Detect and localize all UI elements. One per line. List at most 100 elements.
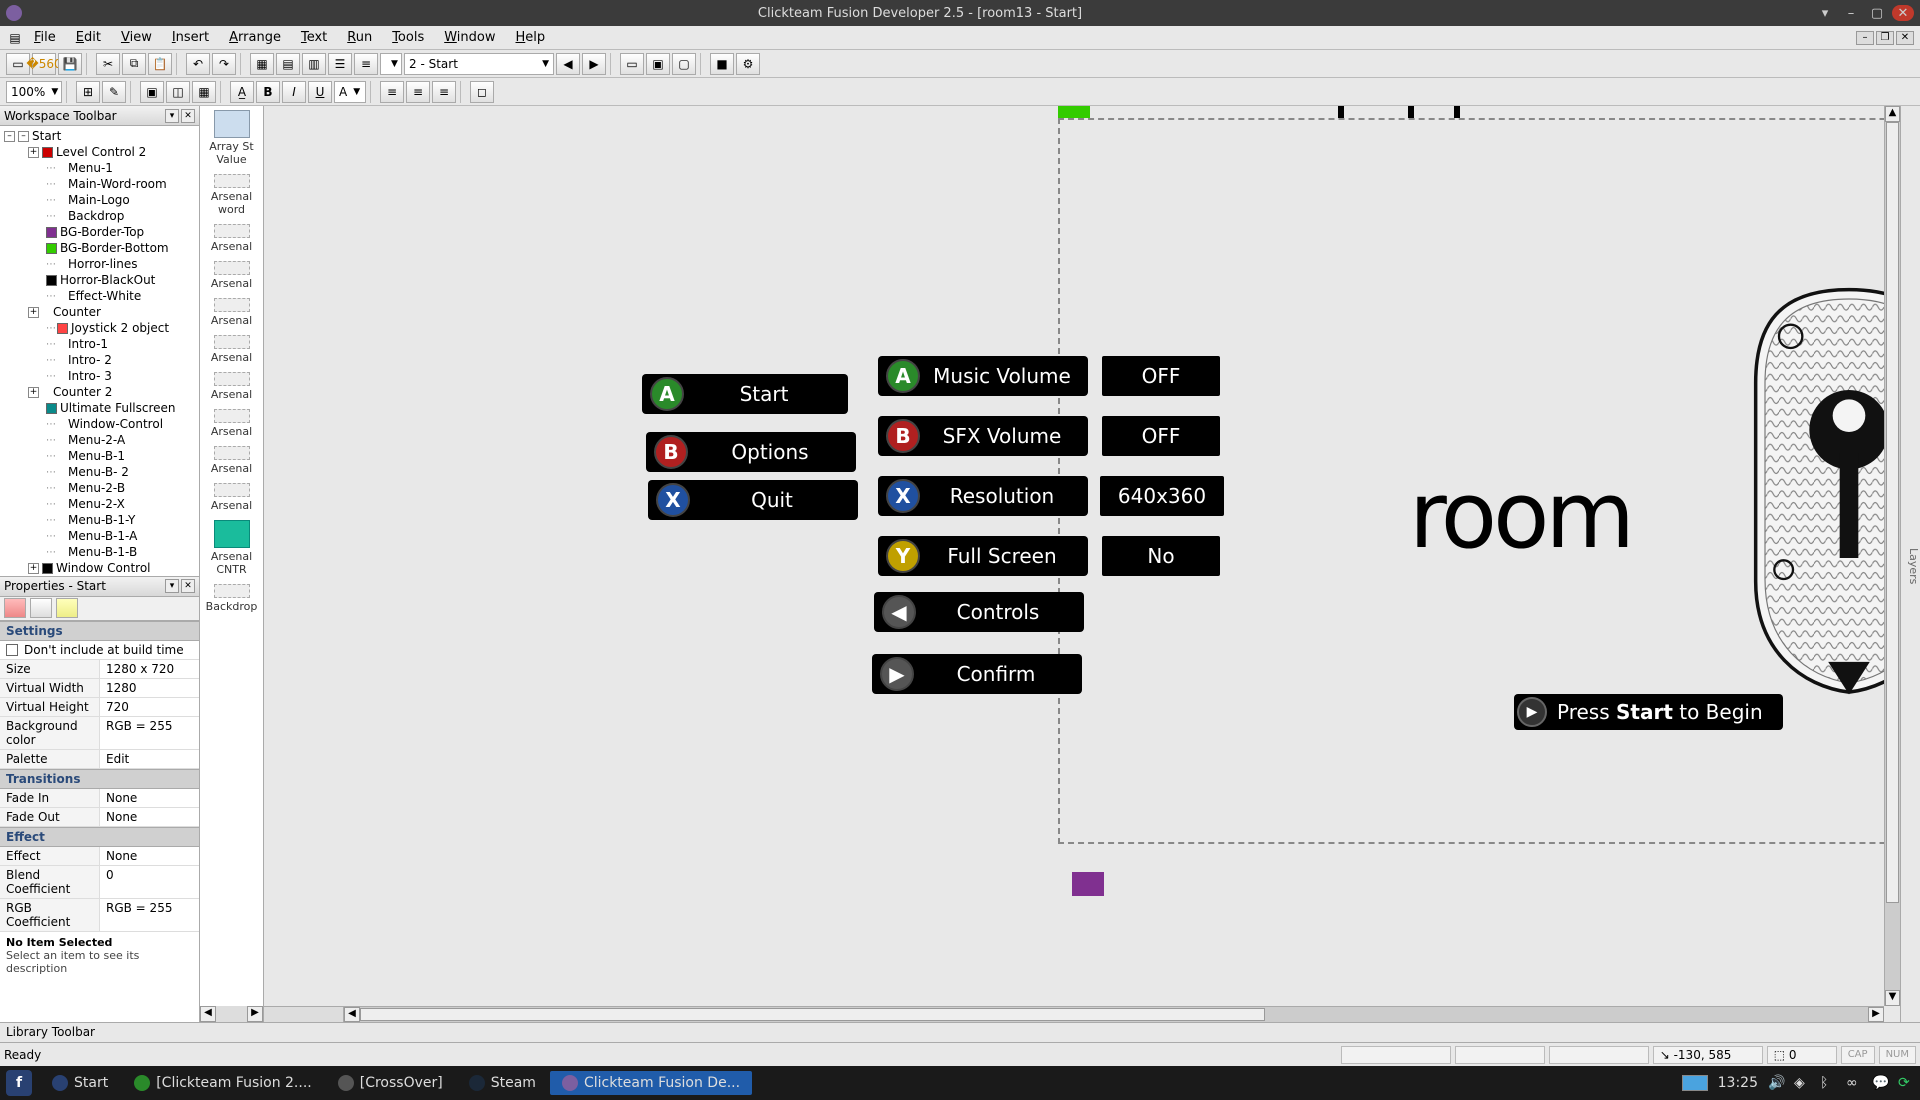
close-button[interactable]: ✕: [1892, 5, 1914, 21]
workspace-pin-button[interactable]: ▾: [165, 109, 179, 123]
start-menu-button[interactable]: f: [6, 1070, 32, 1096]
menu-button-sfx-volume[interactable]: BSFX Volume: [878, 416, 1088, 456]
frame-selector[interactable]: 2 - Start▼: [404, 53, 554, 75]
property-row[interactable]: Background colorRGB = 255: [0, 717, 199, 750]
prop-dont-include[interactable]: Don't include at build time: [0, 641, 199, 660]
tree-item[interactable]: ⋯Menu-2-B: [2, 480, 197, 496]
property-row[interactable]: Size1280 x 720: [0, 660, 199, 679]
menu-edit[interactable]: Edit: [66, 28, 111, 47]
menu-button-quit[interactable]: XQuit: [648, 480, 858, 520]
property-row[interactable]: RGB CoefficientRGB = 255: [0, 899, 199, 932]
workspace-switcher[interactable]: [1682, 1075, 1708, 1091]
mdi-minimize-button[interactable]: –: [1856, 31, 1874, 45]
properties-tab-values[interactable]: [56, 598, 78, 618]
taskbar-item[interactable]: Start: [40, 1071, 120, 1095]
workspace-close-button[interactable]: ✕: [181, 109, 195, 123]
mdi-close-button[interactable]: ✕: [1896, 31, 1914, 45]
tree-item[interactable]: ⋯Menu-2-X: [2, 496, 197, 512]
taskbar-item[interactable]: [CrossOver]: [326, 1071, 455, 1095]
value-box-resolution[interactable]: 640x360: [1100, 476, 1224, 516]
build-button[interactable]: ⚙: [736, 53, 760, 75]
menu-insert[interactable]: Insert: [162, 28, 219, 47]
menu-button-resolution[interactable]: XResolution: [878, 476, 1088, 516]
tree-item[interactable]: Horror-BlackOut: [2, 272, 197, 288]
tree-root[interactable]: – – Start: [2, 128, 197, 144]
discord-tray-icon[interactable]: ∞: [1846, 1075, 1862, 1091]
tree-item[interactable]: +Counter: [2, 304, 197, 320]
menu-button-controls[interactable]: ◀Controls: [874, 592, 1084, 632]
volume-icon[interactable]: 🔊: [1768, 1075, 1784, 1091]
value-box-sfx-volume[interactable]: OFF: [1102, 416, 1220, 456]
object-item[interactable]: Arsenal: [200, 257, 263, 294]
menu-button-start[interactable]: AStart: [642, 374, 848, 414]
menu-button-confirm[interactable]: ▶Confirm: [872, 654, 1082, 694]
italic-button[interactable]: I: [282, 81, 306, 103]
layers-toolbar-tab[interactable]: Layers: [1900, 106, 1920, 1022]
underline-button[interactable]: U: [308, 81, 332, 103]
property-row[interactable]: PaletteEdit: [0, 750, 199, 769]
properties-tab-runtime[interactable]: [30, 598, 52, 618]
prev-frame-button[interactable]: ◀: [556, 53, 580, 75]
object-list-column[interactable]: Array St ValueArsenal wordArsenalArsenal…: [200, 106, 264, 1022]
tree-item[interactable]: ⋯Intro- 2: [2, 352, 197, 368]
align-left-button[interactable]: ≡: [380, 81, 404, 103]
paste-button[interactable]: 📋: [148, 53, 172, 75]
tree-item[interactable]: +Level Control 2: [2, 144, 197, 160]
run-app-button[interactable]: ▣: [646, 53, 670, 75]
menu-button-options[interactable]: BOptions: [646, 432, 856, 472]
menu-tools[interactable]: Tools: [382, 28, 434, 47]
object-item[interactable]: Arsenal: [200, 294, 263, 331]
tool-grid-button[interactable]: ⊞: [76, 81, 100, 103]
tree-item[interactable]: ⋯Joystick 2 object: [2, 320, 197, 336]
align-frame-button[interactable]: ◫: [166, 81, 190, 103]
tree-item[interactable]: ⋯Menu-B-1-B: [2, 544, 197, 560]
frame-rect-button[interactable]: ◻: [470, 81, 494, 103]
notifications-icon[interactable]: 💬: [1872, 1075, 1888, 1091]
align-obj-button[interactable]: ▦: [192, 81, 216, 103]
tree-item[interactable]: ⋯Intro- 3: [2, 368, 197, 384]
redo-button[interactable]: ↷: [212, 53, 236, 75]
undo-button[interactable]: ↶: [186, 53, 210, 75]
checkbox-icon[interactable]: [6, 644, 18, 656]
cut-button[interactable]: ✂: [96, 53, 120, 75]
property-row[interactable]: EffectNone: [0, 847, 199, 866]
minimize2-button[interactable]: –: [1840, 5, 1862, 21]
menu-text[interactable]: Text: [291, 28, 337, 47]
object-item[interactable]: Arsenal: [200, 331, 263, 368]
tree-item[interactable]: +Window Control: [2, 560, 197, 576]
tree-item[interactable]: ⋯Main-Logo: [2, 192, 197, 208]
press-start-banner[interactable]: ▶ Press Start to Begin: [1514, 694, 1783, 730]
tree-item[interactable]: ⋯Menu-2-A: [2, 432, 197, 448]
event-editor-button[interactable]: ☰: [328, 53, 352, 75]
editor-dropdown[interactable]: ▼: [380, 53, 402, 75]
object-item[interactable]: Backdrop: [200, 580, 263, 617]
properties-grid[interactable]: Settings Don't include at build time Siz…: [0, 621, 199, 1023]
tree-item[interactable]: Ultimate Fullscreen: [2, 400, 197, 416]
tree-item[interactable]: BG-Border-Bottom: [2, 240, 197, 256]
font-button[interactable]: A̲: [230, 81, 254, 103]
event-list-button[interactable]: ≡: [354, 53, 378, 75]
align-center-obj-button[interactable]: ▣: [140, 81, 164, 103]
tree-item[interactable]: ⋯Main-Word-room: [2, 176, 197, 192]
property-row[interactable]: Blend Coefficient0: [0, 866, 199, 899]
properties-close-button[interactable]: ✕: [181, 579, 195, 593]
tree-item[interactable]: ⋯Menu-B-1: [2, 448, 197, 464]
tree-item[interactable]: ⋯Menu-B- 2: [2, 464, 197, 480]
properties-tab-settings[interactable]: [4, 598, 26, 618]
tree-item[interactable]: ⋯Window-Control: [2, 416, 197, 432]
menu-button-full-screen[interactable]: YFull Screen: [878, 536, 1088, 576]
minimize-button[interactable]: ▾: [1814, 5, 1836, 21]
value-box-music-volume[interactable]: OFF: [1102, 356, 1220, 396]
object-item[interactable]: Arsenal word: [200, 170, 263, 220]
property-row[interactable]: Virtual Height720: [0, 698, 199, 717]
menu-window[interactable]: Window: [434, 28, 505, 47]
tree-item[interactable]: ⋯Menu-1: [2, 160, 197, 176]
app-menu-icon[interactable]: ▤: [6, 29, 24, 47]
bg-border-top-object[interactable]: [1072, 872, 1104, 896]
main-logo[interactable]: room: [1409, 272, 1900, 712]
value-box-full-screen[interactable]: No: [1102, 536, 1220, 576]
menu-button-music-volume[interactable]: AMusic Volume: [878, 356, 1088, 396]
taskbar-item[interactable]: Steam: [457, 1071, 548, 1095]
align-right-button[interactable]: ≡: [432, 81, 456, 103]
copy-button[interactable]: ⧉: [122, 53, 146, 75]
